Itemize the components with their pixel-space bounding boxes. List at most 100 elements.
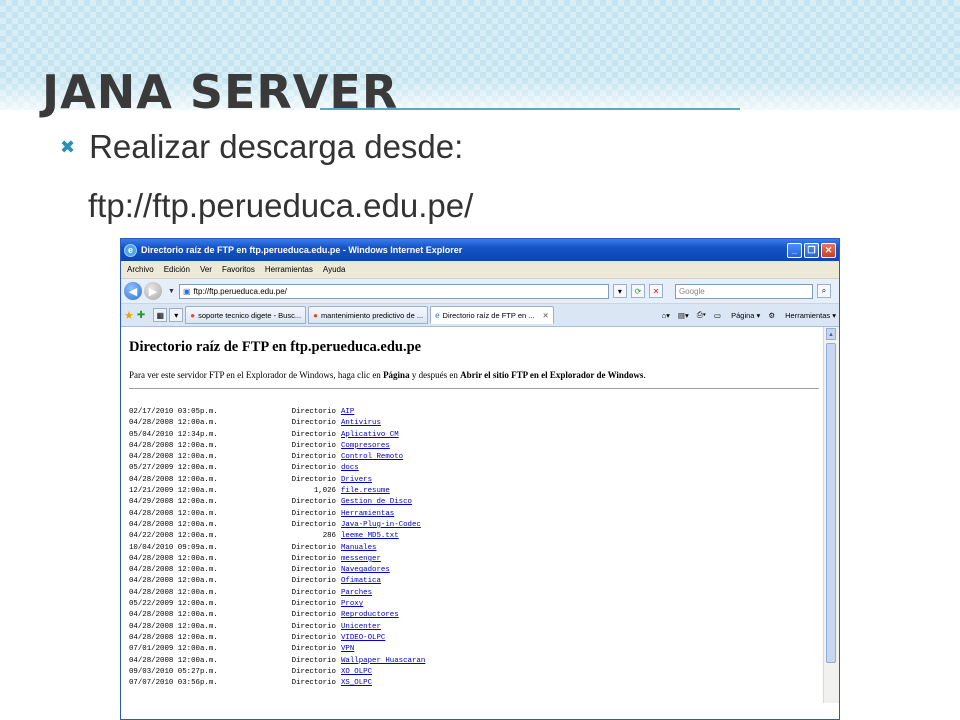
entry-link[interactable]: Gestion de Disco — [341, 497, 412, 508]
menu-herramientas[interactable]: Herramientas — [265, 265, 313, 274]
listing-row: 10/04/2010 09:09a.m. Directorio Manuales — [129, 543, 819, 554]
entry-link[interactable]: AIP — [341, 407, 354, 418]
entry-date: 09/03/2010 05:27p.m. — [129, 667, 218, 676]
refresh-button[interactable]: ⟳ — [630, 284, 645, 298]
entry-type: Directorio — [291, 498, 336, 507]
entry-link[interactable]: Unicenter — [341, 622, 381, 633]
close-button[interactable]: ✕ — [821, 242, 836, 258]
add-favorite-icon[interactable]: ✚ — [137, 310, 145, 321]
entry-type: Directorio — [291, 633, 336, 642]
minimize-button[interactable]: _ — [787, 242, 802, 258]
print-icon[interactable]: ⎙▾ — [697, 310, 706, 320]
bullet-text: Realizar descarga desde: — [89, 128, 464, 165]
entry-type: 1,026 — [313, 487, 336, 496]
stop-button[interactable]: ✕ — [648, 284, 663, 298]
entry-type: Directorio — [291, 566, 336, 575]
intro-suffix: . — [643, 370, 646, 380]
history-dropdown-icon[interactable]: ▼ — [168, 288, 175, 295]
entry-type: Directorio — [291, 656, 336, 665]
page-menu-label: Página — [731, 310, 755, 320]
entry-type: Directorio — [291, 464, 336, 473]
home-icon[interactable]: ⌂▾ — [662, 311, 670, 320]
tab-mantenimiento[interactable]: ● mantenimiento predictivo de ... — [308, 306, 429, 324]
entry-link[interactable]: docs — [341, 463, 359, 474]
entry-link[interactable]: XO OLPC — [341, 667, 372, 678]
search-icon[interactable]: ⌕ — [816, 284, 831, 298]
listing-row: 04/28/2008 12:00a.m. Directorio Unicenter — [129, 622, 819, 633]
tab-soporte[interactable]: ● soporte tecnico digete - Busc... — [185, 306, 307, 324]
entry-date: 10/04/2010 09:09a.m. — [129, 543, 218, 552]
window-titlebar[interactable]: e Directorio raíz de FTP en ftp.perueduc… — [121, 239, 839, 261]
menu-ayuda[interactable]: Ayuda — [323, 265, 346, 274]
entry-link[interactable]: Compresores — [341, 441, 390, 452]
entry-link[interactable]: Manuales — [341, 543, 376, 554]
entry-link[interactable]: Antivirus — [341, 418, 381, 429]
entry-link[interactable]: Aplicativo CM — [341, 430, 399, 441]
back-button[interactable]: ◀ — [124, 282, 142, 300]
page-menu[interactable]: ▭ Página ▾ — [714, 311, 760, 320]
listing-row: 05/27/2009 12:00a.m. Directorio docs — [129, 463, 819, 474]
intro-prefix: Para ver este servidor FTP en el Explora… — [129, 370, 384, 380]
listing-row: 04/28/2008 12:00a.m. Directorio Herramient… — [129, 509, 819, 520]
slide-bullet: ✖ Realizar descarga desde: — [60, 128, 463, 166]
entry-link[interactable]: Control Remoto — [341, 452, 403, 463]
menu-edicion[interactable]: Edición — [164, 265, 190, 274]
entry-link[interactable]: Proxy — [341, 599, 363, 610]
listing-row: 04/28/2008 12:00a.m. Directorio Reproducto… — [129, 610, 819, 621]
entry-link[interactable]: leeme MD5.txt — [341, 531, 399, 542]
divider — [129, 388, 819, 389]
tab-close-icon[interactable]: ✕ — [543, 311, 549, 320]
entry-date: 12/21/2009 12:00a.m. — [129, 487, 218, 496]
entry-date: 07/07/2010 03:56p.m. — [129, 679, 218, 688]
entry-link[interactable]: file.resume — [341, 486, 390, 497]
vertical-scrollbar[interactable]: ▲ — [823, 327, 839, 703]
menu-favoritos[interactable]: Favoritos — [222, 265, 255, 274]
entry-link[interactable]: VPN — [341, 644, 354, 655]
listing-row: 07/01/2009 12:00a.m. Directorio VPN — [129, 644, 819, 655]
entry-date: 05/22/2009 12:00a.m. — [129, 600, 218, 609]
entry-link[interactable]: VIDEO-OLPC — [341, 633, 385, 644]
entry-date: 04/28/2008 12:00a.m. — [129, 419, 218, 428]
forward-button[interactable]: ▶ — [144, 282, 162, 300]
entry-link[interactable]: XS_OLPC — [341, 678, 372, 689]
entry-date: 04/28/2008 12:00a.m. — [129, 554, 218, 563]
tab-directorio[interactable]: e Directorio raíz de FTP en ... ✕ — [430, 306, 554, 324]
listing-row: 04/28/2008 12:00a.m. Directorio Compresore… — [129, 441, 819, 452]
favorites-star-icon[interactable]: ★ — [124, 309, 134, 322]
entry-type: Directorio — [291, 667, 336, 676]
entry-link[interactable]: messenger — [341, 554, 381, 565]
entry-type: Directorio — [291, 430, 336, 439]
tab-list-icon[interactable]: ▾ — [169, 308, 184, 322]
entry-link[interactable]: Reproductores — [341, 610, 399, 621]
address-dropdown-button[interactable]: ▾ — [612, 284, 627, 298]
ftp-page: Directorio raíz de FTP en ftp.perueduca.… — [129, 327, 819, 689]
entry-link[interactable]: Wallpaper Huascaran — [341, 656, 425, 667]
navigation-bar: ◀ ▶ ▼ ▣ ftp://ftp.perueduca.edu.pe/ ▾ ⟳ … — [121, 279, 839, 304]
scroll-thumb[interactable] — [826, 343, 836, 663]
entry-link[interactable]: Navegadores — [341, 565, 390, 576]
feeds-icon[interactable]: ▤▾ — [678, 311, 689, 320]
entry-link[interactable]: Drivers — [341, 475, 372, 486]
listing-row: 04/22/2008 12:00a.m. 286 leeme MD5.txt — [129, 531, 819, 542]
menu-ver[interactable]: Ver — [200, 265, 212, 274]
ie-page-icon: e — [435, 310, 440, 320]
quick-tabs-icon[interactable]: ▦ — [153, 308, 168, 322]
entry-link[interactable]: Parches — [341, 588, 372, 599]
entry-type: Directorio — [291, 441, 336, 450]
entry-link[interactable]: Herramientas — [341, 509, 394, 520]
ie-logo-icon: e — [124, 243, 137, 257]
command-bar: ⌂▾ ▤▾ ⎙▾ ▭ Página ▾ ⚙ Herramientas ▾ — [654, 310, 836, 320]
menu-archivo[interactable]: Archivo — [127, 265, 154, 274]
entry-link[interactable]: Java-Plug-in-Codec — [341, 520, 421, 531]
tools-menu[interactable]: ⚙ Herramientas ▾ — [768, 311, 836, 320]
ie-window: e Directorio raíz de FTP en ftp.perueduc… — [120, 238, 840, 720]
scroll-up-icon[interactable]: ▲ — [826, 328, 836, 340]
entry-link[interactable]: Ofimatica — [341, 576, 381, 587]
address-bar[interactable]: ▣ ftp://ftp.perueduca.edu.pe/ — [178, 283, 609, 299]
search-input[interactable]: Google — [674, 283, 813, 299]
listing-row: 04/28/2008 12:00a.m. Directorio Wallpaper … — [129, 656, 819, 667]
entry-type: Directorio — [291, 509, 336, 518]
entry-date: 04/28/2008 12:00a.m. — [129, 509, 218, 518]
maximize-button[interactable]: ❐ — [804, 242, 819, 258]
listing-row: 04/28/2008 12:00a.m. Directorio Navegadore… — [129, 565, 819, 576]
